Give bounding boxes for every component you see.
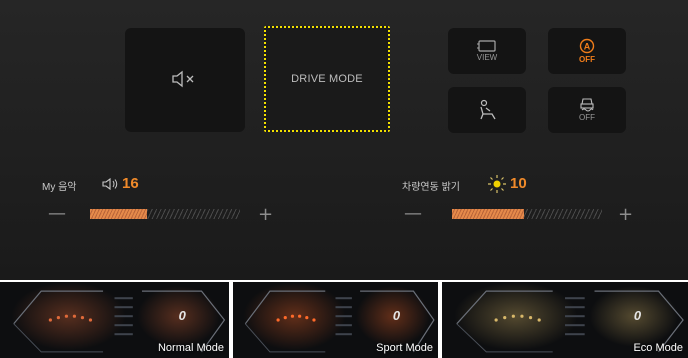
music-volume-value: 16	[122, 175, 139, 192]
seat-icon	[476, 99, 498, 121]
eco-mode-label: Eco Mode	[633, 342, 683, 354]
seat-button[interactable]	[448, 87, 526, 133]
brightness-slider-fill	[452, 209, 524, 219]
auto-hold-status: OFF	[579, 55, 595, 64]
music-volume-label: My 음악	[42, 182, 77, 193]
brightness-slider[interactable]	[452, 209, 602, 219]
brightness-increase-button[interactable]: +	[618, 206, 633, 224]
brightness-value: 10	[510, 175, 527, 192]
music-volume-slider-fill	[90, 209, 147, 219]
sun-icon	[487, 174, 507, 194]
brightness-label: 차량연동 밝기	[402, 182, 460, 193]
music-volume-increase-button[interactable]: +	[258, 206, 273, 224]
music-volume-slider[interactable]	[90, 209, 240, 219]
svg-text:A: A	[584, 42, 591, 52]
esc-off-button[interactable]: OFF	[548, 87, 626, 133]
view-label: VIEW	[476, 53, 498, 62]
mute-toggle-button[interactable]	[125, 28, 245, 132]
normal-mode-thumbnail[interactable]: 0 Normal Mode	[0, 282, 229, 358]
speaker-mute-icon	[171, 70, 197, 88]
auto-hold-button[interactable]: A OFF	[548, 28, 626, 74]
esc-status: OFF	[579, 113, 595, 122]
drive-mode-button[interactable]: DRIVE MODE	[264, 26, 390, 132]
view-button[interactable]: VIEW	[448, 28, 526, 74]
drive-mode-label: DRIVE MODE	[291, 73, 363, 85]
svg-text:0: 0	[179, 308, 187, 323]
auto-hold-icon: A	[579, 38, 595, 54]
svg-text:0: 0	[393, 308, 401, 323]
normal-mode-label: Normal Mode	[157, 342, 224, 354]
music-volume-decrease-button[interactable]: —	[48, 205, 66, 223]
brightness-decrease-button[interactable]: —	[404, 205, 422, 223]
control-panel: DRIVE MODE VIEW A OFF OFF My 음악 16 — + 차…	[0, 0, 688, 280]
speaker-icon	[102, 178, 120, 190]
svg-text:0: 0	[634, 308, 642, 323]
sport-mode-thumbnail[interactable]: 0 Sport Mode	[233, 282, 438, 358]
eco-mode-thumbnail[interactable]: 0 Eco Mode	[442, 282, 688, 358]
esc-off-icon	[579, 98, 595, 112]
sport-mode-label: Sport Mode	[376, 342, 433, 354]
camera-view-icon	[477, 40, 497, 52]
